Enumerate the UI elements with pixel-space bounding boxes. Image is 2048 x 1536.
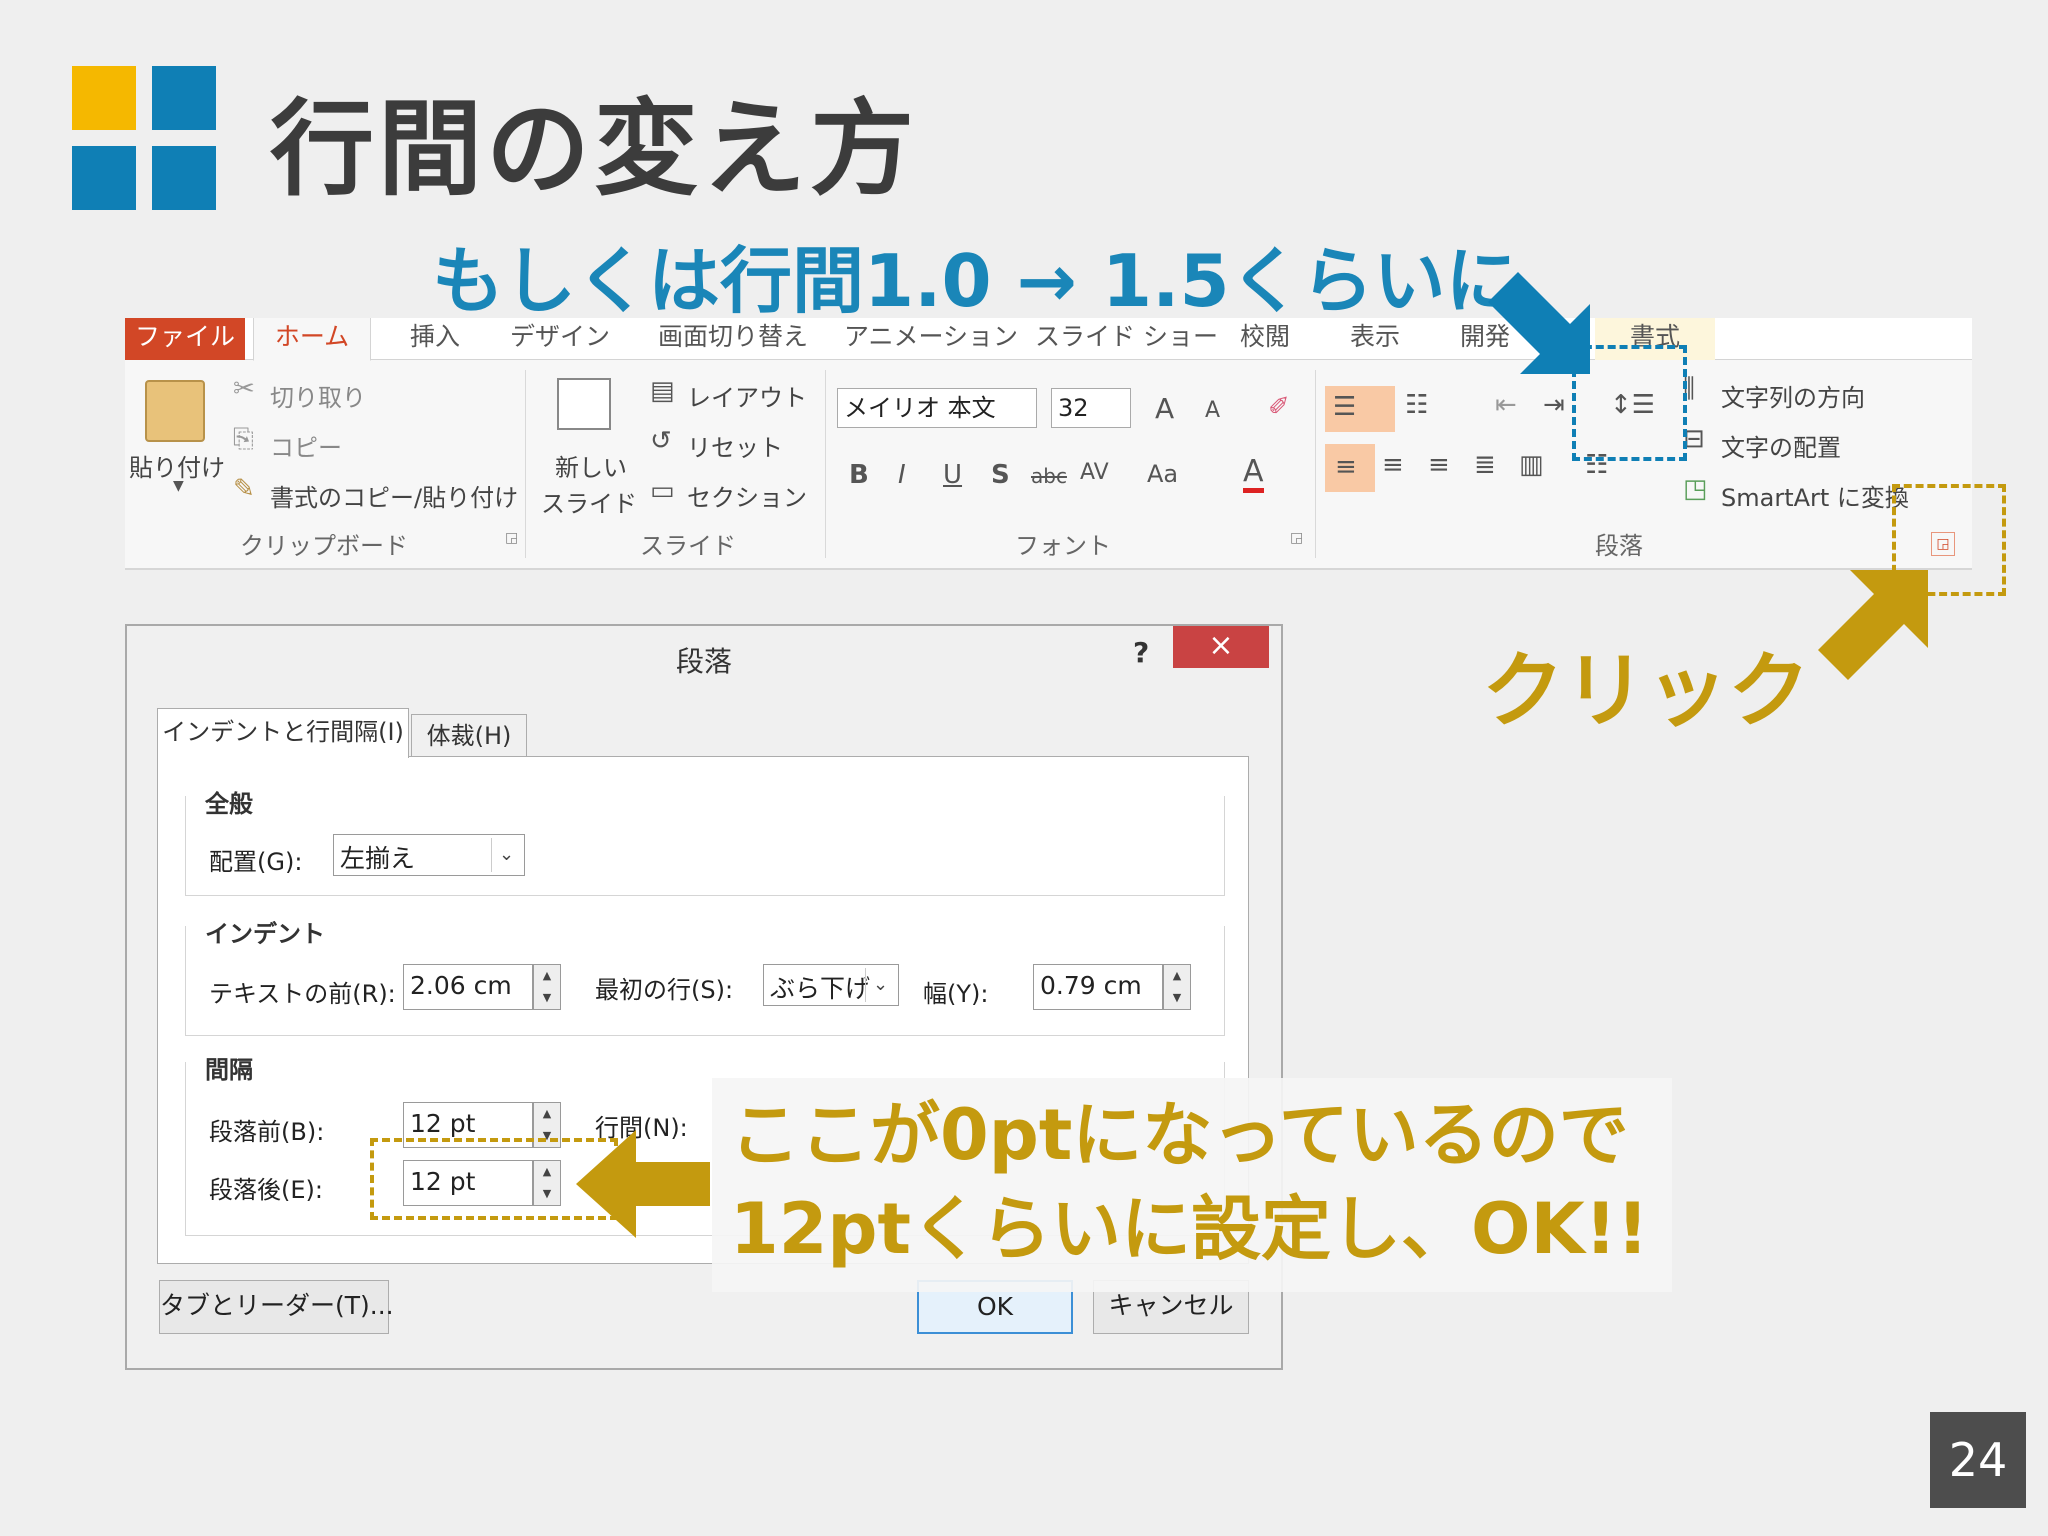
increase-indent-icon[interactable]: ⇥: [1543, 390, 1565, 420]
chevron-down-icon[interactable]: ▼: [173, 478, 184, 494]
logo-square-blue: [152, 66, 216, 130]
general-group-label: 全般: [199, 784, 259, 819]
format-painter-button[interactable]: 書式のコピー/貼り付け: [270, 478, 518, 513]
spacing-group-label: 間隔: [199, 1050, 259, 1085]
tab-indent-spacing[interactable]: インデントと行間隔(I): [157, 708, 409, 758]
shrink-font-icon[interactable]: A: [1205, 398, 1220, 423]
page-number: 24: [1930, 1412, 2026, 1508]
alignment-label: 配置(G):: [209, 848, 303, 876]
arrow-up-right-icon: [1818, 570, 1928, 680]
callout-line-1: ここが0ptになっているので: [730, 1094, 1629, 1176]
callout-line-2: 12ptくらいに設定し、OK!!: [730, 1188, 1649, 1270]
chevron-down-icon[interactable]: ⌄: [865, 968, 895, 1002]
convert-to-smartart-button[interactable]: SmartArt に変換: [1721, 478, 1909, 513]
tab-file[interactable]: ファイル: [125, 318, 245, 360]
ribbon-tab-bar: ファイル ホーム 挿入 デザイン 画面切り替え アニメーション スライド ショー…: [125, 318, 1972, 361]
reset-icon[interactable]: ↺: [650, 426, 672, 456]
before-text-stepper[interactable]: ▲ ▼: [533, 964, 561, 1010]
font-size-select[interactable]: 32: [1051, 388, 1131, 428]
copy-icon[interactable]: ⎘: [233, 424, 254, 455]
new-slide-icon[interactable]: [557, 378, 611, 430]
distribute-icon[interactable]: ▥: [1519, 450, 1544, 480]
tab-typography[interactable]: 体裁(H): [411, 714, 527, 758]
grow-font-icon[interactable]: A: [1155, 392, 1174, 425]
copy-button[interactable]: コピー: [270, 428, 342, 463]
slide-title: 行間の変え方: [270, 88, 919, 210]
clipboard-group-label: クリップボード: [240, 532, 408, 560]
ribbon: ファイル ホーム 挿入 デザイン 画面切り替え アニメーション スライド ショー…: [125, 318, 1972, 570]
tabs-leaders-button[interactable]: タブとリーダー(T)...: [159, 1280, 394, 1334]
indent-group-label: インデント: [199, 914, 331, 949]
numbering-button[interactable]: ☷: [1405, 390, 1428, 420]
tab-transitions[interactable]: 画面切り替え: [643, 318, 823, 360]
bullets-button[interactable]: ☰: [1325, 386, 1395, 432]
slides-group-label: スライド: [640, 532, 736, 560]
indent-by-input[interactable]: 0.79 cm: [1033, 964, 1163, 1010]
tab-insert[interactable]: 挿入: [387, 318, 483, 360]
tab-view[interactable]: 表示: [1335, 318, 1415, 360]
new-slide-button[interactable]: 新しい: [555, 448, 627, 483]
tab-review[interactable]: 校閲: [1225, 318, 1305, 360]
group-separator: [825, 370, 826, 558]
help-button[interactable]: ?: [1133, 636, 1149, 669]
paste-icon[interactable]: [145, 380, 205, 442]
italic-button[interactable]: I: [898, 460, 906, 490]
smartart-icon[interactable]: ◳: [1683, 474, 1708, 504]
new-slide-button-line2[interactable]: スライド: [541, 484, 637, 519]
spacing-before-label: 段落前(B):: [209, 1118, 325, 1146]
dialog-launcher-icon[interactable]: ◲: [505, 530, 518, 546]
scissors-icon[interactable]: ✂: [233, 374, 255, 404]
bold-button[interactable]: B: [849, 460, 869, 490]
reset-button[interactable]: リセット: [687, 428, 783, 463]
align-right-button[interactable]: ≡: [1428, 450, 1450, 480]
eraser-icon[interactable]: ✐: [1268, 392, 1290, 422]
layout-icon[interactable]: ▤: [650, 376, 675, 406]
section-button[interactable]: セクション: [687, 478, 807, 513]
paintbrush-icon[interactable]: ✎: [233, 474, 255, 504]
strikethrough-button[interactable]: abc: [1031, 464, 1067, 488]
change-case-button[interactable]: Aa: [1147, 460, 1178, 488]
section-icon[interactable]: ▭: [650, 476, 675, 506]
align-text-button[interactable]: 文字の配置: [1721, 428, 1841, 463]
special-indent-label: 最初の行(S):: [595, 976, 734, 1004]
underline-button[interactable]: U: [943, 460, 962, 490]
indent-by-label: 幅(Y):: [923, 980, 989, 1008]
text-direction-button[interactable]: 文字列の方向: [1721, 378, 1865, 413]
dialog-launcher-icon[interactable]: ◲: [1290, 530, 1303, 546]
layout-button[interactable]: レイアウト: [687, 378, 807, 413]
arrow-left-icon: [576, 1130, 710, 1238]
indent-by-stepper[interactable]: ▲ ▼: [1163, 964, 1191, 1010]
click-annotation: クリック: [1482, 644, 1811, 739]
character-spacing-button[interactable]: AV: [1080, 460, 1109, 485]
logo-square-yellow: [72, 66, 136, 130]
chevron-down-icon[interactable]: ⌄: [491, 838, 521, 872]
close-button[interactable]: ×: [1173, 626, 1269, 668]
tab-animations[interactable]: アニメーション: [841, 318, 1021, 360]
before-text-label: テキストの前(R):: [209, 980, 396, 1008]
tab-slideshow[interactable]: スライド ショー: [1035, 318, 1218, 360]
dialog-title: 段落: [675, 645, 732, 678]
tab-design[interactable]: デザイン: [495, 318, 625, 360]
paragraph-group-label: 段落: [1595, 532, 1643, 560]
group-separator: [525, 370, 526, 558]
justify-button[interactable]: ≣: [1474, 450, 1496, 480]
before-text-input[interactable]: 2.06 cm: [403, 964, 533, 1010]
font-group-label: フォント: [1015, 532, 1111, 560]
slide-subtitle: もしくは行間1.0 → 1.5くらいに: [432, 239, 1518, 323]
shadow-button[interactable]: S: [991, 460, 1010, 490]
font-color-button[interactable]: A: [1243, 456, 1264, 493]
callout-text: ここが0ptになっているので 12ptくらいに設定し、OK!!: [730, 1088, 1649, 1276]
align-center-button[interactable]: ≡: [1382, 450, 1404, 480]
decrease-indent-icon[interactable]: ⇤: [1495, 390, 1517, 420]
logo-square-blue: [72, 146, 136, 210]
spacing-after-label: 段落後(E):: [209, 1176, 323, 1204]
arrow-down-right-icon: [1488, 272, 1590, 374]
group-separator: [1315, 370, 1316, 558]
cut-button[interactable]: 切り取り: [270, 378, 366, 413]
logo-square-blue: [152, 146, 216, 210]
font-name-select[interactable]: メイリオ 本文: [837, 388, 1037, 428]
align-left-button[interactable]: ≡: [1325, 444, 1375, 492]
slide-logo: [72, 66, 218, 210]
tab-home[interactable]: ホーム: [253, 318, 371, 361]
